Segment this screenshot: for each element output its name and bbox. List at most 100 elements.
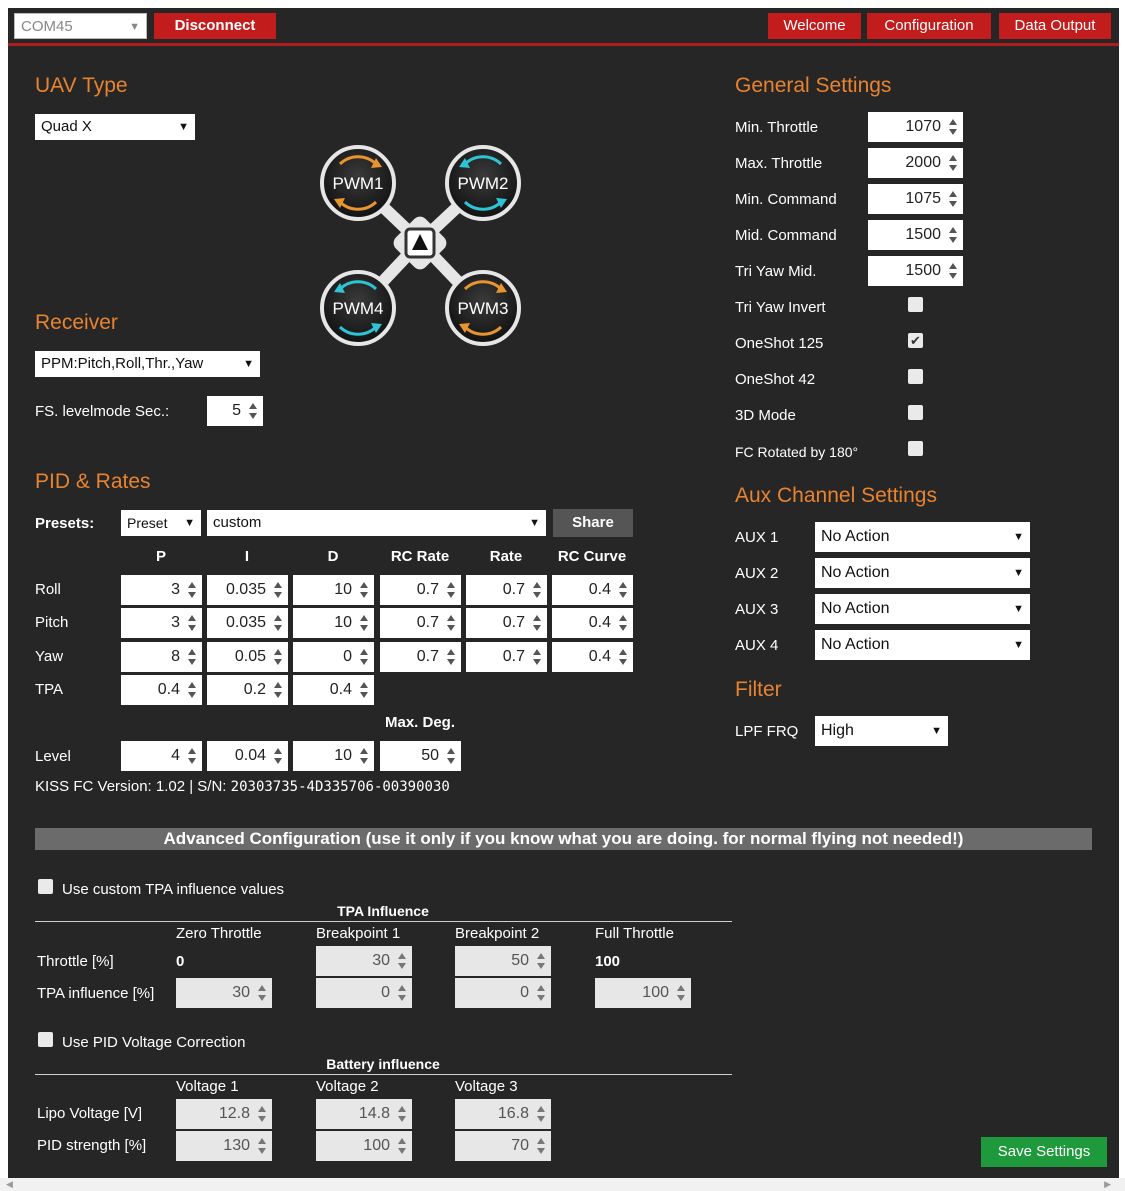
- lipo-v2-input[interactable]: 14.8: [316, 1099, 412, 1129]
- stepper-arrows-icon[interactable]: [535, 984, 547, 1002]
- stepper-arrows-icon[interactable]: [396, 984, 408, 1002]
- max-throttle-input[interactable]: 2000: [868, 148, 963, 178]
- disconnect-button[interactable]: Disconnect: [154, 13, 276, 39]
- roll-rate-input[interactable]: 0.7: [466, 575, 547, 605]
- stepper-arrows-icon[interactable]: [186, 681, 198, 699]
- stepper-arrows-icon[interactable]: [396, 952, 408, 970]
- stepper-arrows-icon[interactable]: [256, 984, 268, 1002]
- lpf-frq-select[interactable]: High ▼: [815, 716, 948, 746]
- scroll-left-icon[interactable]: ◀: [6, 1179, 13, 1190]
- pitch-rate-input[interactable]: 0.7: [466, 608, 547, 638]
- pitch-i-input[interactable]: 0.035: [207, 608, 288, 638]
- yaw-rccurve-input[interactable]: 0.4: [552, 642, 633, 672]
- port-select[interactable]: COM45 ▼: [14, 13, 147, 39]
- min-command-input[interactable]: 1075: [868, 184, 963, 214]
- mid-command-input[interactable]: 1500: [868, 220, 963, 250]
- roll-i-input[interactable]: 0.035: [207, 575, 288, 605]
- stepper-arrows-icon[interactable]: [617, 614, 629, 632]
- stepper-arrows-icon[interactable]: [272, 614, 284, 632]
- strength-v3-input[interactable]: 70: [455, 1131, 551, 1161]
- aux1-select[interactable]: No Action ▼: [815, 522, 1030, 552]
- share-button[interactable]: Share: [553, 509, 633, 537]
- tpa-p-input[interactable]: 0.4: [121, 675, 202, 705]
- pitch-d-input[interactable]: 10: [293, 608, 374, 638]
- stepper-arrows-icon[interactable]: [535, 1137, 547, 1155]
- stepper-arrows-icon[interactable]: [358, 648, 370, 666]
- stepper-arrows-icon[interactable]: [396, 1137, 408, 1155]
- stepper-arrows-icon[interactable]: [531, 648, 543, 666]
- stepper-arrows-icon[interactable]: [947, 190, 959, 208]
- stepper-arrows-icon[interactable]: [272, 648, 284, 666]
- aux3-select[interactable]: No Action ▼: [815, 594, 1030, 624]
- influence-bp2-input[interactable]: 0: [455, 978, 551, 1008]
- roll-d-input[interactable]: 10: [293, 575, 374, 605]
- lipo-v1-input[interactable]: 12.8: [176, 1099, 272, 1129]
- roll-rcrate-input[interactable]: 0.7: [380, 575, 461, 605]
- uav-type-select[interactable]: Quad X ▼: [35, 114, 195, 140]
- strength-v2-input[interactable]: 100: [316, 1131, 412, 1161]
- stepper-arrows-icon[interactable]: [535, 1105, 547, 1123]
- stepper-arrows-icon[interactable]: [445, 581, 457, 599]
- throttle-bp2-input[interactable]: 50: [455, 946, 551, 976]
- stepper-arrows-icon[interactable]: [947, 262, 959, 280]
- stepper-arrows-icon[interactable]: [186, 614, 198, 632]
- 3d-mode-checkbox[interactable]: [908, 405, 923, 420]
- tri-yaw-invert-checkbox[interactable]: [908, 297, 923, 312]
- stepper-arrows-icon[interactable]: [947, 226, 959, 244]
- stepper-arrows-icon[interactable]: [617, 581, 629, 599]
- stepper-arrows-icon[interactable]: [247, 402, 259, 420]
- influence-full-input[interactable]: 100: [595, 978, 691, 1008]
- preset-select[interactable]: Preset ▼: [121, 510, 201, 536]
- tab-welcome[interactable]: Welcome: [768, 13, 861, 39]
- roll-p-input[interactable]: 3: [121, 575, 202, 605]
- min-throttle-input[interactable]: 1070: [868, 112, 963, 142]
- save-settings-button[interactable]: Save Settings: [981, 1137, 1107, 1167]
- fs-levelmode-input[interactable]: 5: [207, 396, 263, 426]
- stepper-arrows-icon[interactable]: [186, 648, 198, 666]
- tpa-d-input[interactable]: 0.4: [293, 675, 374, 705]
- roll-rccurve-input[interactable]: 0.4: [552, 575, 633, 605]
- stepper-arrows-icon[interactable]: [531, 614, 543, 632]
- custom-tpa-checkbox[interactable]: [38, 879, 53, 894]
- stepper-arrows-icon[interactable]: [445, 747, 457, 765]
- level-p-input[interactable]: 4: [121, 741, 202, 771]
- preset-name-select[interactable]: custom ▼: [207, 510, 546, 536]
- oneshot42-checkbox[interactable]: [908, 369, 923, 384]
- yaw-rcrate-input[interactable]: 0.7: [380, 642, 461, 672]
- stepper-arrows-icon[interactable]: [256, 1105, 268, 1123]
- yaw-i-input[interactable]: 0.05: [207, 642, 288, 672]
- stepper-arrows-icon[interactable]: [358, 581, 370, 599]
- tpa-i-input[interactable]: 0.2: [207, 675, 288, 705]
- stepper-arrows-icon[interactable]: [947, 118, 959, 136]
- stepper-arrows-icon[interactable]: [272, 681, 284, 699]
- oneshot125-checkbox[interactable]: ✔: [908, 333, 923, 348]
- horizontal-scrollbar[interactable]: ◀ ▶: [0, 1178, 1125, 1191]
- pitch-rcrate-input[interactable]: 0.7: [380, 608, 461, 638]
- fc-rotated-checkbox[interactable]: [908, 441, 923, 456]
- stepper-arrows-icon[interactable]: [358, 747, 370, 765]
- aux2-select[interactable]: No Action ▼: [815, 558, 1030, 588]
- tri-yaw-mid-input[interactable]: 1500: [868, 256, 963, 286]
- stepper-arrows-icon[interactable]: [617, 648, 629, 666]
- stepper-arrows-icon[interactable]: [535, 952, 547, 970]
- influence-bp1-input[interactable]: 0: [316, 978, 412, 1008]
- stepper-arrows-icon[interactable]: [272, 581, 284, 599]
- stepper-arrows-icon[interactable]: [947, 154, 959, 172]
- stepper-arrows-icon[interactable]: [186, 747, 198, 765]
- stepper-arrows-icon[interactable]: [445, 648, 457, 666]
- influence-zero-input[interactable]: 30: [176, 978, 272, 1008]
- stepper-arrows-icon[interactable]: [256, 1137, 268, 1155]
- level-maxdeg-input[interactable]: 50: [380, 741, 461, 771]
- stepper-arrows-icon[interactable]: [531, 581, 543, 599]
- stepper-arrows-icon[interactable]: [445, 614, 457, 632]
- stepper-arrows-icon[interactable]: [396, 1105, 408, 1123]
- level-d-input[interactable]: 10: [293, 741, 374, 771]
- stepper-arrows-icon[interactable]: [272, 747, 284, 765]
- tab-configuration[interactable]: Configuration: [867, 13, 991, 39]
- aux4-select[interactable]: No Action ▼: [815, 630, 1030, 660]
- stepper-arrows-icon[interactable]: [186, 581, 198, 599]
- yaw-p-input[interactable]: 8: [121, 642, 202, 672]
- lipo-v3-input[interactable]: 16.8: [455, 1099, 551, 1129]
- stepper-arrows-icon[interactable]: [675, 984, 687, 1002]
- yaw-d-input[interactable]: 0: [293, 642, 374, 672]
